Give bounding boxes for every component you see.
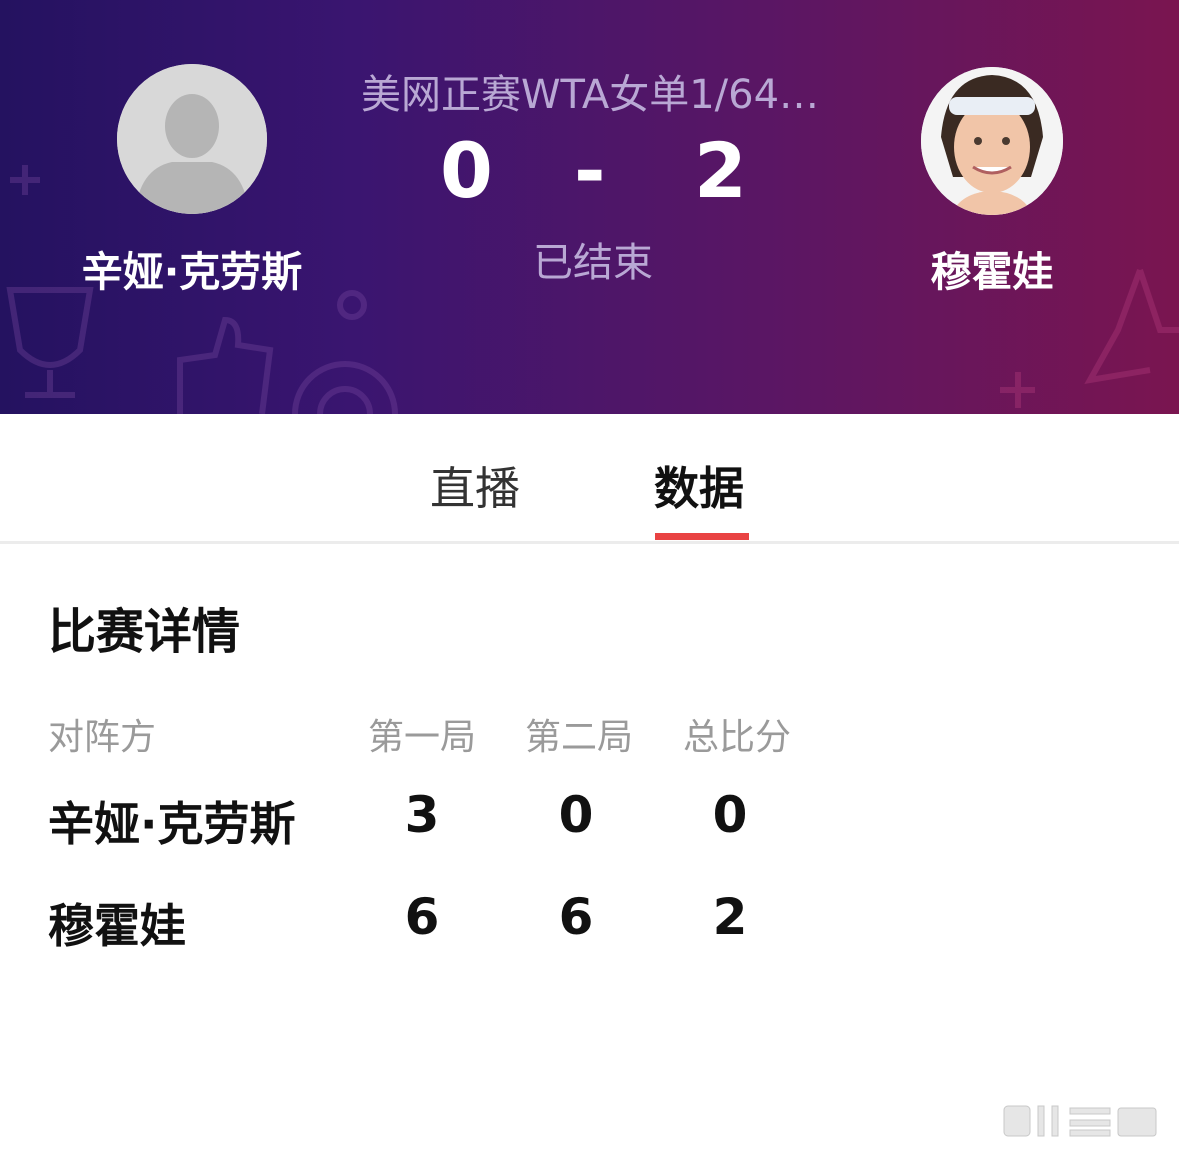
watermark-icon xyxy=(1003,1105,1157,1137)
home-player-avatar[interactable] xyxy=(117,64,267,214)
score-separator: - xyxy=(574,126,606,215)
player-photo-icon xyxy=(921,67,1063,215)
match-header: 辛娅·克劳斯 穆霍娃 美网正赛WTA女单1/64… 0 - 2 已结束 xyxy=(0,0,1179,414)
row-player-name: 辛娅·克劳斯 xyxy=(48,797,296,851)
row-set1-score: 6 xyxy=(404,888,440,946)
active-tab-indicator xyxy=(655,533,749,540)
away-score: 2 xyxy=(694,126,747,215)
away-player-name[interactable]: 穆霍娃 xyxy=(842,238,1142,298)
row-set2-score: 0 xyxy=(558,786,594,844)
thumbs-up-icon xyxy=(177,316,274,414)
tab-stats[interactable]: 数据 xyxy=(654,452,744,517)
home-score: 0 xyxy=(440,126,493,215)
row-set2-score: 6 xyxy=(558,888,594,946)
default-avatar-icon xyxy=(117,64,267,214)
column-header-set1: 第一局 xyxy=(368,717,477,758)
row-total-score: 2 xyxy=(712,888,748,946)
event-title: 美网正赛WTA女单1/64… xyxy=(360,72,820,118)
away-player-avatar[interactable] xyxy=(921,67,1063,215)
row-player-name: 穆霍娃 xyxy=(48,899,186,953)
tab-divider xyxy=(0,541,1179,544)
row-total-score: 0 xyxy=(712,786,748,844)
trophy-icon xyxy=(6,287,94,368)
column-header-set2: 第二局 xyxy=(525,717,634,758)
match-status: 已结束 xyxy=(533,240,653,286)
home-player-name[interactable]: 辛娅·克劳斯 xyxy=(42,238,342,298)
row-set1-score: 3 xyxy=(404,786,440,844)
column-header-opponent: 对阵方 xyxy=(48,717,157,758)
column-header-total: 总比分 xyxy=(683,717,792,758)
tab-live[interactable]: 直播 xyxy=(430,452,520,517)
section-title: 比赛详情 xyxy=(48,604,241,660)
